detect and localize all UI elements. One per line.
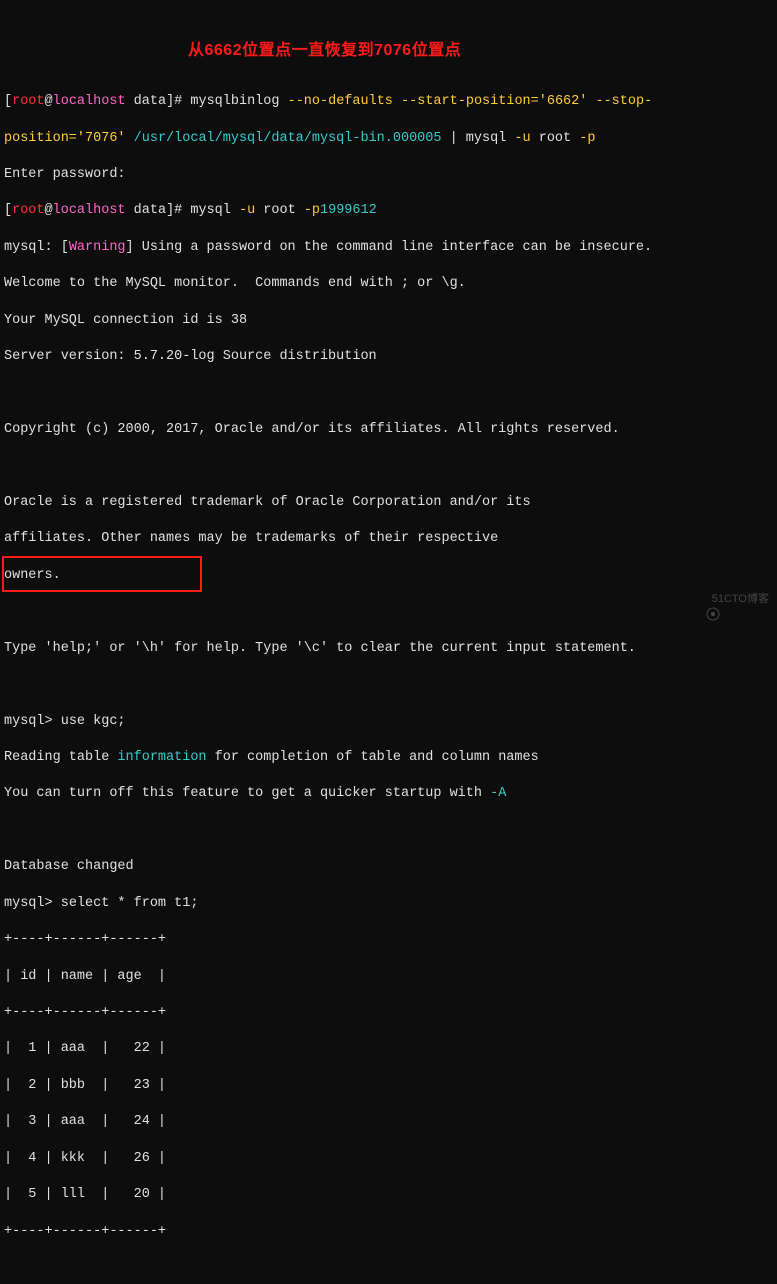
help-line: Type 'help;' or '\h' for help. Type '\c'…: [4, 640, 773, 658]
use-command: use kgc;: [61, 714, 126, 729]
flag-no-defaults: --no-defaults: [288, 94, 393, 109]
shell-prompt-line-1: [root@localhost data]# mysqlbinlog --no-…: [4, 93, 773, 111]
prompt-host: localhost: [53, 203, 126, 218]
welcome-line-1: Welcome to the MySQL monitor. Commands e…: [4, 275, 773, 293]
database-changed: Database changed: [4, 858, 773, 876]
annotation-overlay: 从6662位置点一直恢复到7076位置点: [188, 40, 461, 62]
shell-prompt-line-2: [root@localhost data]# mysql -u root -p1…: [4, 202, 773, 220]
table-row: | 5 | lll | 20 |: [4, 1186, 773, 1204]
information-word: information: [117, 750, 206, 765]
mysql-prompt-use: mysql> use kgc;: [4, 713, 773, 731]
flag-start-position: --start-position='6662': [401, 94, 587, 109]
turn-off-feature-line: You can turn off this feature to get a q…: [4, 785, 773, 803]
trademark-line-2: affiliates. Other names may be trademark…: [4, 530, 773, 548]
mysql-prompt: mysql>: [4, 714, 61, 729]
flag-p: -p: [579, 131, 595, 146]
table-row: | 1 | aaa | 22 |: [4, 1040, 773, 1058]
reading-table-line: Reading table information for completion…: [4, 749, 773, 767]
welcome-line-2: Your MySQL connection id is 38: [4, 312, 773, 330]
table-border-mid: +----+------+------+: [4, 1004, 773, 1022]
watermark-logo-icon: [694, 593, 708, 607]
table-row: | 3 | aaa | 24 |: [4, 1113, 773, 1131]
flag-u: -u: [239, 203, 255, 218]
prompt-user: root: [12, 203, 44, 218]
pipe: | mysql: [442, 131, 515, 146]
prompt-at: @: [45, 94, 53, 109]
select-command: select * from t1;: [61, 896, 199, 911]
prompt-bracket: [: [4, 94, 12, 109]
flag-p: -p: [304, 203, 320, 218]
dash-a-flag: -A: [490, 786, 506, 801]
password-value: 1999612: [320, 203, 377, 218]
cmd-mysql: mysql: [190, 203, 239, 218]
enter-password: Enter password:: [4, 166, 773, 184]
table-border-top: +----+------+------+: [4, 931, 773, 949]
watermark-text: 51CTO博客: [712, 592, 769, 607]
prompt-user: root: [12, 94, 44, 109]
trademark-line-3: owners.: [4, 567, 773, 585]
flag-stop-position-part1: --stop-: [595, 94, 652, 109]
prompt-bracket-close: ]#: [166, 94, 190, 109]
terminal-output[interactable]: [root@localhost data]# mysqlbinlog --no-…: [4, 75, 773, 1284]
copyright-line: Copyright (c) 2000, 2017, Oracle and/or …: [4, 421, 773, 439]
table-border-bottom: +----+------+------+: [4, 1223, 773, 1241]
prompt-host: localhost: [53, 94, 126, 109]
warning-label: Warning: [69, 240, 126, 255]
welcome-line-3: Server version: 5.7.20-log Source distri…: [4, 348, 773, 366]
table-row: | 4 | kkk | 26 |: [4, 1150, 773, 1168]
table-header: | id | name | age |: [4, 968, 773, 986]
mysql-warning: mysql: [Warning] Using a password on the…: [4, 239, 773, 257]
prompt-path: data: [126, 94, 167, 109]
watermark: 51CTO博客: [694, 592, 769, 607]
binlog-path: /usr/local/mysql/data/mysql-bin.000005: [134, 131, 442, 146]
flag-u: -u: [514, 131, 530, 146]
cmd-mysqlbinlog: mysqlbinlog: [190, 94, 287, 109]
table-row: | 2 | bbb | 23 |: [4, 1077, 773, 1095]
trademark-line-1: Oracle is a registered trademark of Orac…: [4, 494, 773, 512]
mysql-prompt: mysql>: [4, 896, 61, 911]
mysql-prompt-select: mysql> select * from t1;: [4, 895, 773, 913]
flag-stop-position-part2: position='7076': [4, 131, 126, 146]
shell-prompt-line-1-cont: position='7076' /usr/local/mysql/data/my…: [4, 130, 773, 148]
